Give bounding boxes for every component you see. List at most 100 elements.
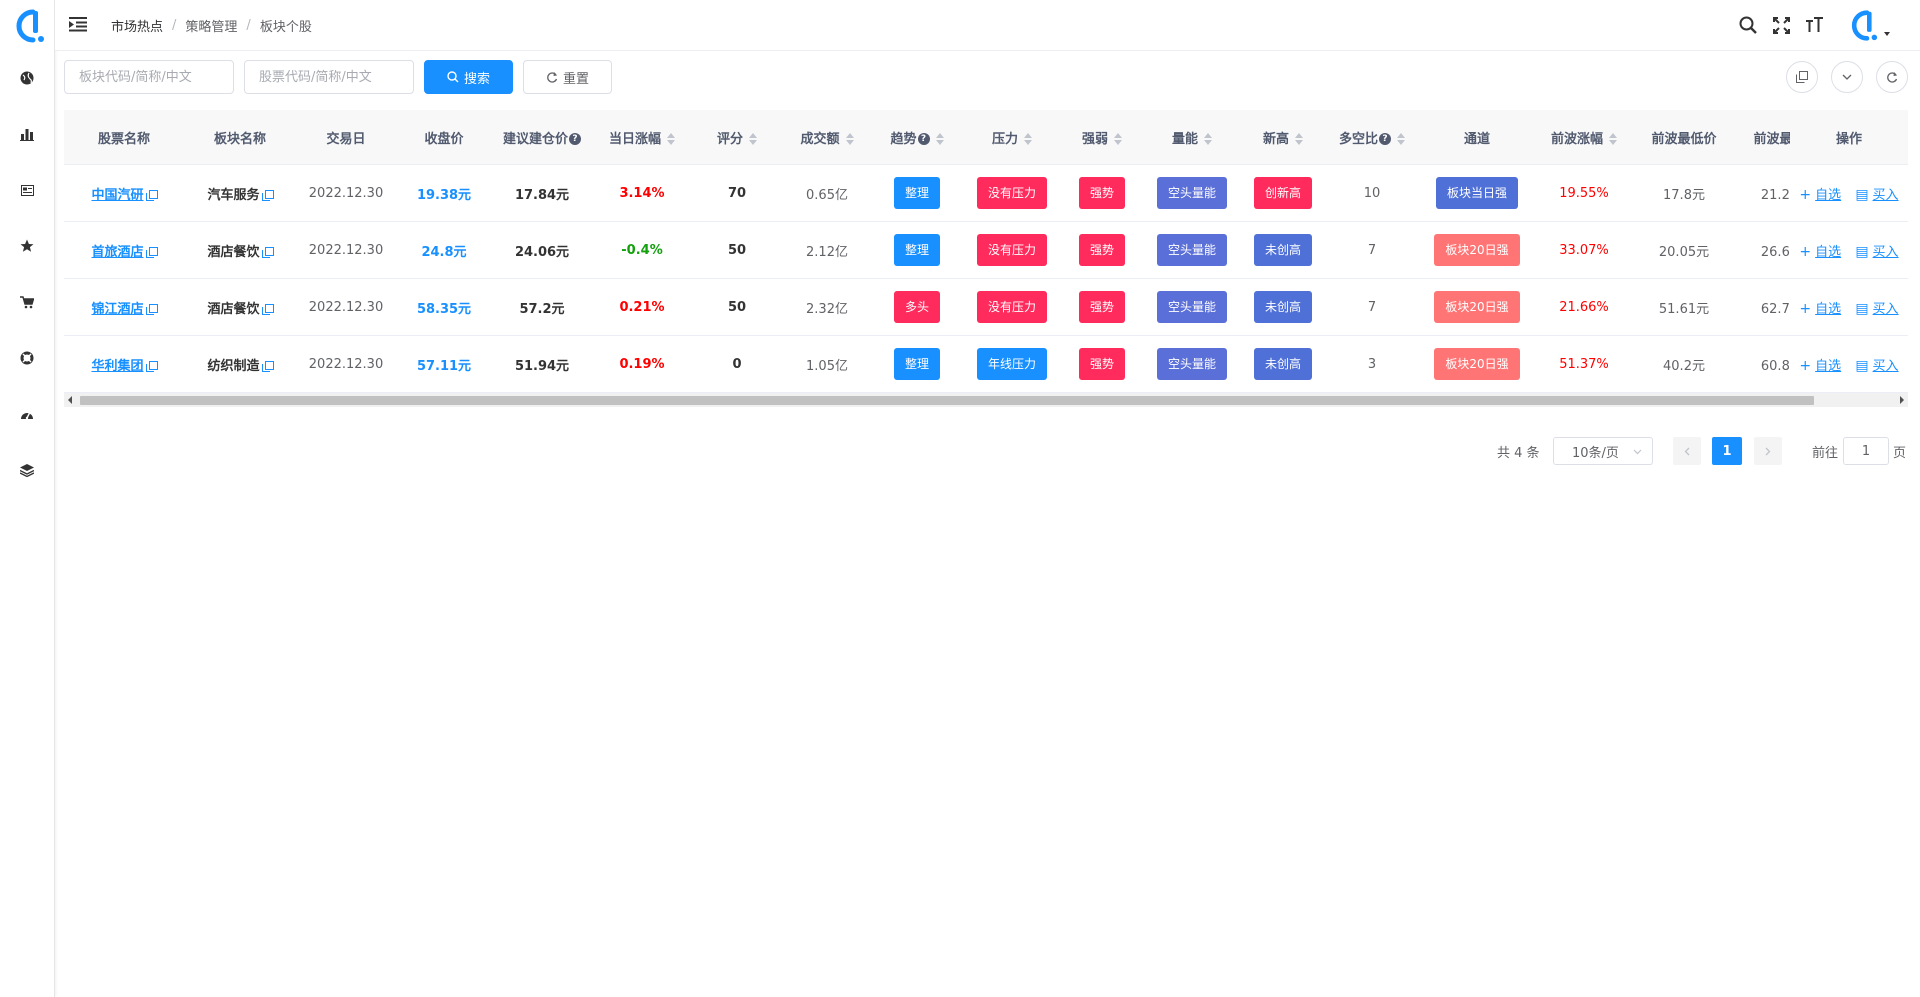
sort-icon[interactable] [1204, 133, 1212, 145]
new-high-tag[interactable]: 未创高 [1253, 291, 1312, 323]
copy-toolbar-button[interactable] [1786, 61, 1818, 93]
help-icon[interactable]: ? [917, 133, 930, 145]
new-high-tag[interactable]: 创新高 [1253, 177, 1312, 209]
copy-icon[interactable] [261, 360, 274, 372]
horizontal-scrollbar[interactable] [64, 393, 1908, 407]
buy-link[interactable]: 买入 [1873, 188, 1899, 203]
search-button[interactable]: 搜索 [424, 60, 513, 94]
stock-name-link[interactable]: 锦江酒店 [91, 302, 143, 317]
user-avatar[interactable] [1845, 9, 1878, 42]
stock-name-link[interactable]: 中国汽研 [91, 188, 143, 203]
sort-icon[interactable] [667, 133, 675, 145]
plus-icon[interactable]: + [1799, 301, 1811, 317]
pressure-tag[interactable]: 没有压力 [976, 234, 1047, 266]
col-prev-wave-gain[interactable]: 前波涨幅 [1534, 110, 1634, 165]
channel-tag[interactable]: 板块20日强 [1434, 234, 1520, 266]
col-volume-power[interactable]: 量能 [1142, 110, 1242, 165]
pressure-tag[interactable]: 年线压力 [976, 348, 1047, 380]
cart-icon[interactable] [18, 293, 36, 311]
volume-power-tag[interactable]: 空头量能 [1156, 177, 1227, 209]
page-size-select[interactable]: 10条/页 [1553, 437, 1653, 465]
col-score[interactable]: 评分 [692, 110, 782, 165]
trend-tag[interactable]: 整理 [893, 348, 940, 380]
buy-icon[interactable]: ▤ [1855, 187, 1868, 203]
copy-icon[interactable] [145, 189, 158, 201]
copy-icon[interactable] [145, 303, 158, 315]
sector-search-input[interactable] [64, 60, 234, 94]
stock-name-link[interactable]: 华利集团 [91, 359, 143, 374]
refresh-toolbar-button[interactable] [1876, 61, 1908, 93]
pressure-tag[interactable]: 没有压力 [976, 291, 1047, 323]
strength-tag[interactable]: 强势 [1078, 291, 1125, 323]
plus-icon[interactable]: + [1799, 187, 1811, 203]
help-icon[interactable]: ? [569, 133, 581, 145]
sort-icon[interactable] [1024, 133, 1032, 145]
trend-tag[interactable]: 整理 [893, 177, 940, 209]
reset-button[interactable]: 重置 [523, 60, 612, 94]
search-icon[interactable] [1738, 15, 1758, 35]
buy-icon[interactable]: ▤ [1855, 244, 1868, 260]
channel-tag[interactable]: 板块20日强 [1434, 348, 1520, 380]
buy-link[interactable]: 买入 [1873, 302, 1899, 317]
volume-power-tag[interactable]: 空头量能 [1156, 348, 1227, 380]
new-high-tag[interactable]: 未创高 [1253, 234, 1312, 266]
add-watchlist-link[interactable]: 自选 [1815, 302, 1841, 317]
lifebuoy-icon[interactable] [18, 349, 36, 367]
help-icon[interactable]: ? [1379, 133, 1391, 145]
next-page-button[interactable] [1754, 437, 1782, 465]
page-number-current[interactable]: 1 [1712, 437, 1742, 465]
strength-tag[interactable]: 强势 [1078, 348, 1125, 380]
collapse-toolbar-button[interactable] [1831, 61, 1863, 93]
news-icon[interactable] [18, 181, 36, 199]
scrollbar-thumb[interactable] [80, 396, 1814, 405]
layers-icon[interactable] [18, 461, 36, 479]
scroll-right-arrow[interactable] [1900, 396, 1904, 404]
trend-tag[interactable]: 整理 [893, 234, 940, 266]
col-daily-change[interactable]: 当日涨幅 [592, 110, 692, 165]
plus-icon[interactable]: + [1799, 244, 1811, 260]
buy-icon[interactable]: ▤ [1855, 358, 1868, 374]
prev-page-button[interactable] [1673, 437, 1701, 465]
breadcrumb-item-strategy[interactable]: 策略管理 [185, 16, 237, 35]
strength-tag[interactable]: 强势 [1078, 177, 1125, 209]
menu-fold-icon[interactable] [69, 16, 87, 32]
sort-icon[interactable] [845, 133, 854, 145]
col-pressure[interactable]: 压力 [962, 110, 1062, 165]
channel-tag[interactable]: 板块20日强 [1434, 291, 1520, 323]
goto-page-input[interactable] [1843, 437, 1889, 465]
plus-icon[interactable]: + [1799, 358, 1811, 374]
col-strength[interactable]: 强弱 [1062, 110, 1142, 165]
font-size-icon[interactable] [1804, 15, 1824, 35]
stock-search-input[interactable] [244, 60, 414, 94]
sort-icon[interactable] [1114, 133, 1122, 145]
bar-chart-icon[interactable] [18, 125, 36, 143]
sort-icon[interactable] [1295, 133, 1303, 145]
buy-link[interactable]: 买入 [1873, 359, 1899, 374]
col-turnover[interactable]: 成交额 [782, 110, 872, 165]
caret-down-icon[interactable] [1884, 32, 1890, 36]
copy-icon[interactable] [145, 360, 158, 372]
strength-tag[interactable]: 强势 [1078, 234, 1125, 266]
sort-icon[interactable] [1397, 133, 1405, 145]
buy-icon[interactable]: ▤ [1855, 301, 1868, 317]
dashboard-icon[interactable] [18, 405, 36, 423]
app-logo[interactable] [9, 8, 45, 44]
fullscreen-icon[interactable] [1771, 15, 1791, 35]
copy-icon[interactable] [261, 246, 274, 258]
breadcrumb-item-market[interactable]: 市场热点 [111, 16, 163, 35]
copy-icon[interactable] [261, 303, 274, 315]
copy-icon[interactable] [261, 189, 274, 201]
channel-tag[interactable]: 板块当日强 [1435, 177, 1518, 209]
copy-icon[interactable] [145, 246, 158, 258]
sort-icon[interactable] [1609, 133, 1617, 145]
col-long-short-ratio[interactable]: 多空比? [1324, 110, 1420, 165]
sort-icon[interactable] [935, 133, 944, 145]
globe-icon[interactable] [18, 69, 36, 87]
col-trend[interactable]: 趋势? [872, 110, 962, 165]
add-watchlist-link[interactable]: 自选 [1815, 245, 1841, 260]
add-watchlist-link[interactable]: 自选 [1815, 359, 1841, 374]
buy-link[interactable]: 买入 [1873, 245, 1899, 260]
scroll-left-arrow[interactable] [68, 396, 72, 404]
new-high-tag[interactable]: 未创高 [1253, 348, 1312, 380]
volume-power-tag[interactable]: 空头量能 [1156, 234, 1227, 266]
